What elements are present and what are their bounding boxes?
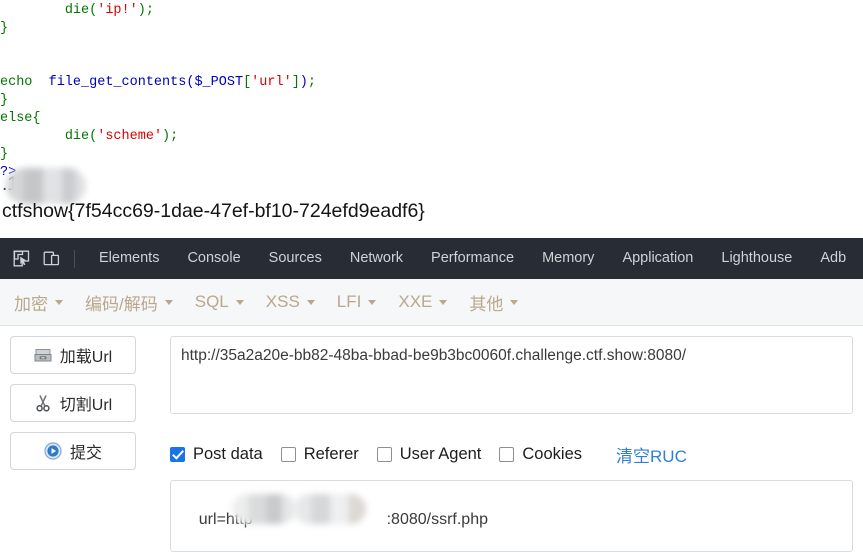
menu-other-label: 其他 [469, 294, 504, 314]
url-input[interactable]: http://35a2a20e-bb82-48ba-bbad-be9b3bc00… [170, 336, 853, 414]
menu-encoding-label: 编码/解码 [85, 294, 158, 314]
option-referer[interactable]: Referer [280, 444, 359, 464]
device-toolbar-icon[interactable] [37, 245, 65, 273]
post-data-checkbox[interactable] [170, 446, 185, 462]
post-data-input[interactable]: url=http :8080/ssrf.php [170, 480, 853, 552]
option-user-agent[interactable]: User Agent [376, 444, 482, 464]
split-url-button[interactable]: 切割Url [10, 384, 136, 422]
chevron-down-icon [510, 299, 519, 305]
devtools-tab-bar: Elements Console Sources Network Perform… [0, 238, 863, 279]
code-token: ; [145, 2, 154, 18]
menu-sql-label: SQL [194, 292, 229, 311]
load-url-label: 加载Url [59, 349, 113, 366]
code-token: ) [299, 74, 308, 90]
code-token: else [0, 110, 33, 126]
inspect-element-icon[interactable] [7, 245, 35, 273]
devtools-separator [74, 249, 75, 268]
submit-label: 提交 [69, 445, 102, 462]
clear-ruc-link[interactable]: 清空RUC [616, 442, 687, 467]
code-token: 'ip!' [97, 2, 138, 18]
code-token: echo [0, 74, 33, 90]
chevron-down-icon [55, 299, 63, 305]
devtools-tab-sources[interactable]: Sources [255, 238, 336, 279]
post-data-label: Post data [193, 444, 263, 463]
ctf-flag-line: ctfshow{7f54cc69-1dae-47ef-bf10-724efd9e… [2, 200, 425, 222]
code-token: ; [307, 74, 317, 90]
devtools-tab-adb[interactable]: Adb [806, 238, 860, 279]
submit-button[interactable]: 提交 [10, 432, 136, 470]
chevron-down-icon [306, 299, 315, 305]
code-token: file_get_contents [48, 74, 187, 90]
chevron-down-icon [164, 299, 173, 305]
load-url-button[interactable]: 加载Url [10, 336, 136, 374]
menu-encoding[interactable]: 编码/解码 [85, 290, 173, 315]
php-code-block: die('ip!'); } echo file_get_contents($_P… [0, 2, 316, 182]
request-options-row: Post data Referer User Agent Cookies 清空R… [170, 442, 687, 466]
action-button-column: 加载Url 切割Url 提交 [10, 336, 138, 480]
menu-sql[interactable]: SQL [195, 292, 244, 312]
hackbar-menubar: 加密 编码/解码 SQL XSS LFI XXE 其他 [0, 279, 863, 326]
referer-checkbox[interactable] [280, 446, 296, 462]
devtools-tab-lighthouse[interactable]: Lighthouse [707, 238, 806, 279]
menu-lfi[interactable]: LFI [337, 292, 377, 312]
post-data-suffix: :8080/ssrf.php [386, 511, 488, 528]
code-token: ] [291, 74, 300, 90]
menu-xxe-label: XXE [398, 292, 433, 311]
code-token: 'scheme' [97, 128, 163, 144]
code-token: die [64, 128, 90, 144]
code-token: { [32, 110, 41, 126]
menu-xss-label: XSS [265, 292, 300, 311]
code-token: } [0, 92, 9, 108]
play-circle-icon [44, 442, 62, 460]
code-token: [ [243, 74, 252, 90]
option-post-data[interactable]: Post data [170, 445, 263, 464]
user-agent-label: User Agent [399, 444, 482, 463]
code-token: ) [162, 128, 171, 144]
code-token: } [0, 146, 9, 162]
chevron-down-icon [235, 299, 244, 305]
load-url-icon [34, 346, 52, 364]
devtools-tab-performance[interactable]: Performance [417, 238, 528, 279]
code-token: ; [170, 128, 179, 144]
post-data-prefix: url=http [198, 511, 253, 528]
chevron-down-icon [368, 299, 377, 305]
devtools-tab-console[interactable]: Console [173, 238, 254, 279]
code-token: } [0, 20, 9, 36]
scissors-icon [34, 394, 52, 412]
user-agent-checkbox[interactable] [376, 446, 392, 462]
menu-other[interactable]: 其他 [469, 290, 519, 315]
php-source-output: die('ip!'); } echo file_get_contents($_P… [0, 0, 863, 238]
hackbar-workspace: 加载Url 切割Url 提交 http://35a2a20e-bb82-48ba… [0, 326, 863, 552]
code-token: die [64, 2, 90, 18]
devtools-tab-network[interactable]: Network [336, 238, 417, 279]
cookies-checkbox[interactable] [499, 446, 515, 462]
menu-lfi-label: LFI [336, 292, 362, 311]
referer-label: Referer [303, 444, 359, 463]
devtools-tab-memory[interactable]: Memory [528, 238, 608, 279]
code-token: ) [137, 2, 146, 18]
devtools-tab-application[interactable]: Application [608, 238, 707, 279]
chevron-down-icon [439, 299, 448, 305]
option-cookies[interactable]: Cookies [499, 445, 582, 464]
devtools-tab-elements[interactable]: Elements [85, 238, 173, 279]
cookies-label: Cookies [522, 444, 583, 463]
menu-xss[interactable]: XSS [266, 292, 315, 312]
code-token: $_POST [194, 74, 244, 90]
split-url-label: 切割Url [59, 397, 113, 414]
code-token: 'url' [251, 74, 292, 90]
menu-xxe[interactable]: XXE [398, 292, 448, 312]
menu-encrypt-label: 加密 [14, 294, 48, 314]
server-ip-line: .141 [2, 174, 39, 195]
menu-encrypt[interactable]: 加密 [14, 290, 63, 315]
